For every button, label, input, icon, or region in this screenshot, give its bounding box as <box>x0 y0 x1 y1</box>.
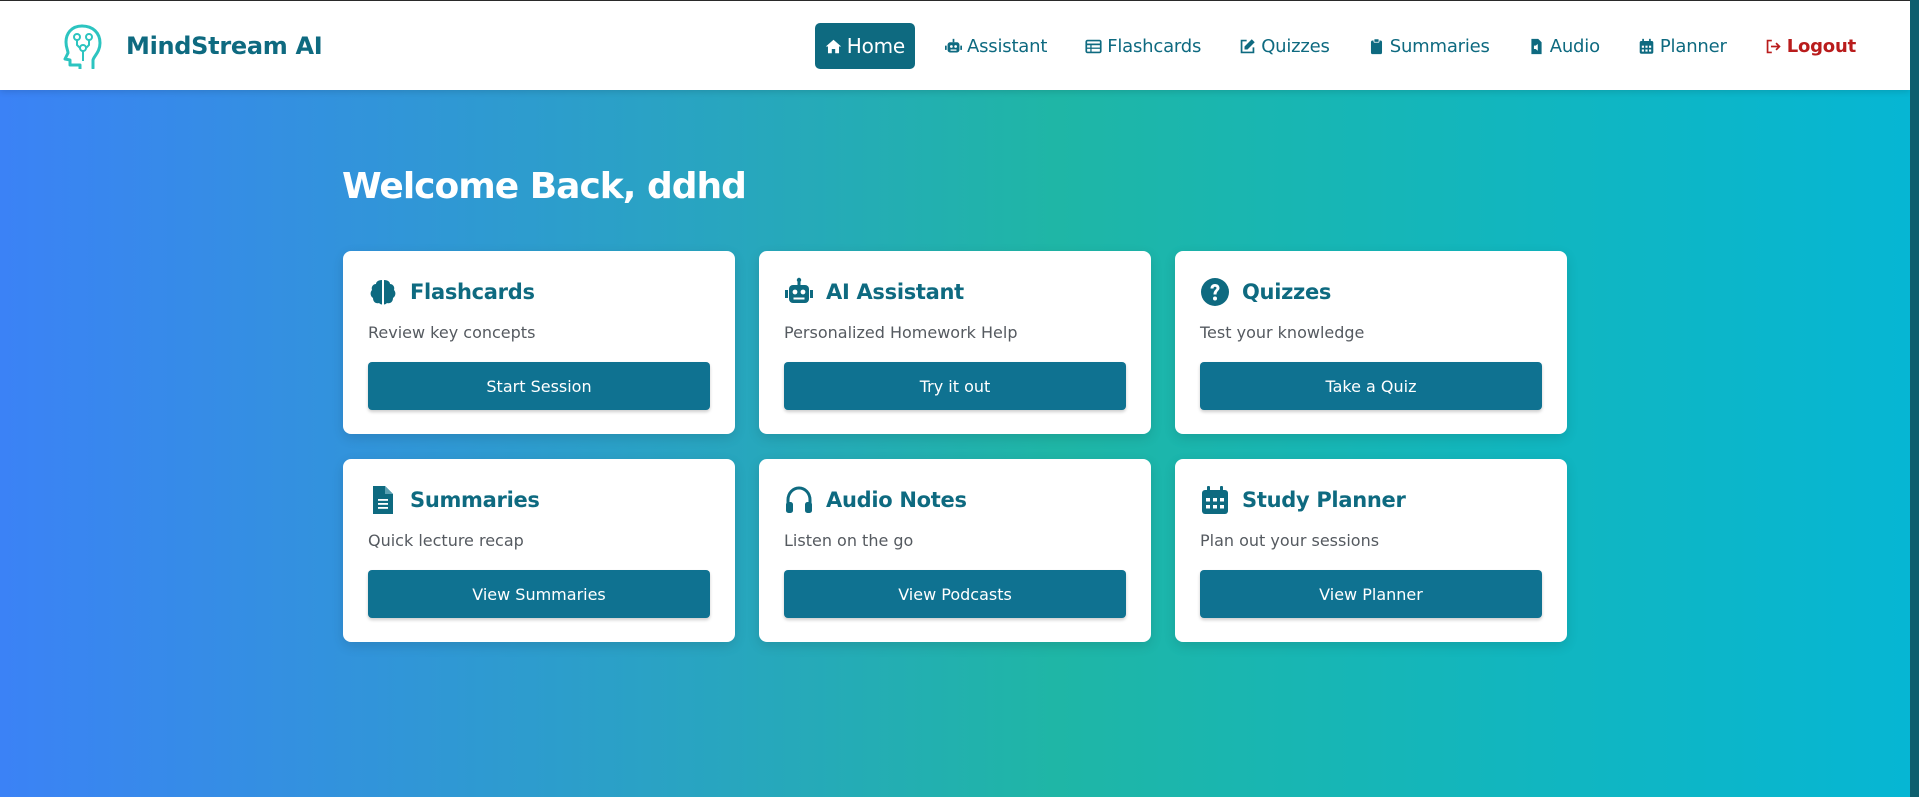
card-description: Quick lecture recap <box>368 531 524 550</box>
nav-home-label: Home <box>846 34 905 58</box>
card-title: Summaries <box>410 488 540 512</box>
logout-icon <box>1766 39 1781 53</box>
card-description: Plan out your sessions <box>1200 531 1380 550</box>
home-icon <box>825 39 841 53</box>
head-circuit-icon <box>63 24 102 69</box>
card-header: Study Planner <box>1200 484 1406 516</box>
card-description: Personalized Homework Help <box>784 323 1018 342</box>
audio-file-icon <box>1531 38 1542 54</box>
nav-planner-label: Planner <box>1659 35 1727 57</box>
nav-assistant[interactable]: Assistant <box>937 23 1055 69</box>
card-header: Quizzes <box>1200 276 1331 308</box>
card-study-planner: Study Planner Plan out your sessions Vie… <box>1175 459 1567 642</box>
card-summaries: Summaries Quick lecture recap View Summa… <box>343 459 735 642</box>
card-description: Test your knowledge <box>1200 323 1365 342</box>
nav-logout-label: Logout <box>1786 35 1857 57</box>
nav-quizzes-label: Quizzes <box>1261 35 1330 57</box>
view-podcasts-button[interactable]: View Podcasts <box>784 570 1126 618</box>
brand-name: MindStream AI <box>126 32 323 60</box>
question-circle-icon <box>1201 278 1229 306</box>
card-flashcards: Flashcards Review key concepts Start Ses… <box>343 251 735 434</box>
card-audio-notes: Audio Notes Listen on the go View Podcas… <box>759 459 1151 642</box>
view-planner-button[interactable]: View Planner <box>1200 570 1542 618</box>
welcome-heading: Welcome Back, ddhd <box>342 166 747 207</box>
try-it-out-button[interactable]: Try it out <box>784 362 1126 410</box>
nav-logout[interactable]: Logout <box>1757 23 1864 69</box>
feature-grid: Flashcards Review key concepts Start Ses… <box>343 251 1567 642</box>
card-title: AI Assistant <box>826 280 964 304</box>
card-description: Listen on the go <box>784 531 914 550</box>
brain-icon <box>370 280 396 305</box>
nav-summaries[interactable]: Summaries <box>1360 23 1498 69</box>
edit-icon <box>1240 38 1255 53</box>
clipboard-icon <box>1370 37 1382 54</box>
card-description: Review key concepts <box>368 323 536 342</box>
calendar-icon <box>1202 486 1228 514</box>
card-header: Summaries <box>368 484 540 516</box>
nav-home[interactable]: Home <box>814 23 915 69</box>
nav-audio-label: Audio <box>1549 35 1600 57</box>
robot-icon <box>785 277 813 303</box>
nav-flashcards[interactable]: Flashcards <box>1077 23 1209 69</box>
calendar-icon <box>1639 38 1654 54</box>
card-header: Audio Notes <box>784 484 967 516</box>
document-icon <box>373 486 393 514</box>
card-title: Flashcards <box>410 280 535 304</box>
card-title: Quizzes <box>1242 280 1332 304</box>
nav-quizzes[interactable]: Quizzes <box>1231 23 1338 69</box>
table-icon <box>1085 39 1102 53</box>
nav-planner[interactable]: Planner <box>1630 23 1735 69</box>
headphones-icon <box>786 486 812 513</box>
card-title: Study Planner <box>1242 488 1406 512</box>
nav-audio[interactable]: Audio <box>1520 23 1608 69</box>
nav-flashcards-label: Flashcards <box>1107 35 1202 57</box>
robot-icon <box>945 38 962 52</box>
brand[interactable]: MindStream AI <box>62 23 323 69</box>
start-session-button[interactable]: Start Session <box>368 362 710 410</box>
card-quizzes: Quizzes Test your knowledge Take a Quiz <box>1175 251 1567 434</box>
card-ai-assistant: AI Assistant Personalized Homework Help … <box>759 251 1151 434</box>
scrollbar[interactable] <box>1910 0 1919 797</box>
nav-assistant-label: Assistant <box>967 35 1048 57</box>
nav-summaries-label: Summaries <box>1389 35 1490 57</box>
view-summaries-button[interactable]: View Summaries <box>368 570 710 618</box>
take-a-quiz-button[interactable]: Take a Quiz <box>1200 362 1542 410</box>
card-title: Audio Notes <box>826 488 967 512</box>
card-header: AI Assistant <box>784 276 964 308</box>
card-header: Flashcards <box>368 276 535 308</box>
main-nav: Home Assistant Flashcards Quizzes Summar… <box>814 23 1864 69</box>
top-navbar: MindStream AI Home Assistant Flashcards … <box>0 0 1910 90</box>
